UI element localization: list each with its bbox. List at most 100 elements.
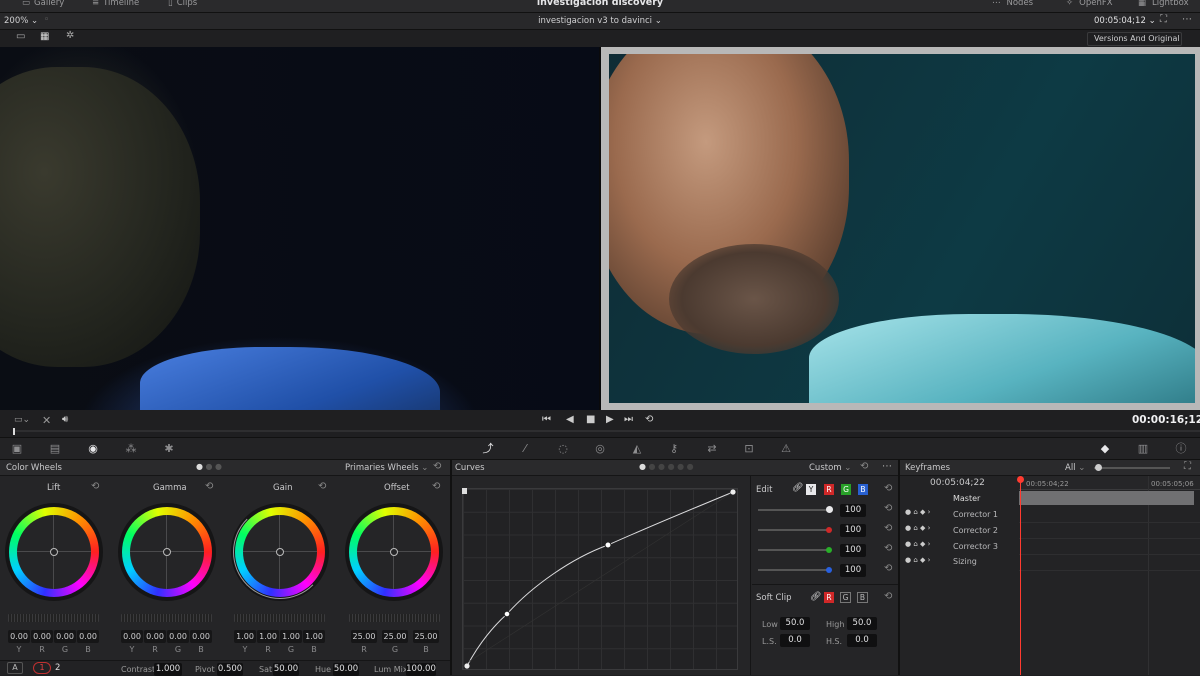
softclip-g-button[interactable]: G bbox=[840, 592, 851, 603]
offset-b-value[interactable]: 25.00 bbox=[413, 630, 439, 643]
r-channel-button[interactable]: R bbox=[824, 484, 834, 495]
gain-puck[interactable] bbox=[276, 548, 284, 556]
softclip-b-button[interactable]: B bbox=[857, 592, 868, 603]
offset-master-slider[interactable] bbox=[349, 614, 440, 622]
gamma-b-value[interactable]: 0.00 bbox=[190, 630, 212, 643]
go-last-button[interactable]: ⏭︎ bbox=[624, 414, 633, 425]
view-options-icon[interactable]: ▭⌄ bbox=[14, 415, 30, 425]
y-intensity-reset-icon[interactable]: ⟲ bbox=[884, 503, 892, 514]
color-match-icon[interactable]: ▤ bbox=[46, 440, 64, 458]
gain-r-value[interactable]: 1.00 bbox=[257, 630, 279, 643]
bypass-icon[interactable]: ✕ bbox=[42, 414, 51, 427]
sizing-icon[interactable]: ⇄ bbox=[703, 440, 721, 458]
curves-mode-dropdown[interactable]: Custom ⌄ bbox=[809, 463, 851, 473]
gain-wheel[interactable] bbox=[235, 507, 325, 597]
keyframes-filter-dropdown[interactable]: All ⌄ bbox=[1065, 463, 1085, 473]
keyframes-expand-icon[interactable]: ⛶ bbox=[1184, 461, 1191, 472]
playhead-marker[interactable] bbox=[1017, 476, 1024, 483]
b-intensity-value[interactable]: 100 bbox=[840, 564, 866, 577]
y-intensity-value[interactable]: 100 bbox=[840, 504, 866, 517]
lift-reset-icon[interactable]: ⟲ bbox=[91, 481, 99, 492]
offset-g-value[interactable]: 25.00 bbox=[382, 630, 408, 643]
gamma-puck[interactable] bbox=[163, 548, 171, 556]
magic-wand-icon[interactable]: ✲ bbox=[66, 30, 74, 41]
track-dot-icon[interactable]: ● ⌂ ◆ › bbox=[905, 524, 930, 532]
r-intensity-slider[interactable] bbox=[758, 529, 829, 531]
playhead[interactable] bbox=[1020, 479, 1021, 675]
reset-all-icon[interactable]: ⟲ bbox=[433, 461, 441, 472]
window-icon[interactable]: ◌ bbox=[554, 440, 572, 458]
go-first-button[interactable]: ⏮︎ bbox=[542, 414, 551, 425]
b-intensity-slider[interactable] bbox=[758, 569, 829, 571]
track-dot-icon[interactable]: ● ⌂ ◆ › bbox=[905, 540, 930, 548]
low-value[interactable]: 50.0 bbox=[780, 617, 810, 630]
curves-page-dots[interactable]: ● ● ● ● ● ● bbox=[639, 462, 694, 471]
key-icon[interactable]: ⚷ bbox=[665, 440, 683, 458]
scrubber-handle[interactable] bbox=[13, 428, 15, 435]
gain-b-value[interactable]: 1.00 bbox=[303, 630, 325, 643]
curves-reset-icon[interactable]: ⟲ bbox=[860, 461, 868, 472]
track-dot-icon[interactable]: ● ⌂ ◆ › bbox=[905, 508, 930, 516]
lightbox-tab[interactable]: ▦ Lightbox bbox=[1138, 0, 1189, 8]
y-channel-button[interactable]: Y bbox=[806, 484, 816, 495]
timeline-dropdown[interactable]: investigacion v3 to davinci ⌄ bbox=[0, 16, 1200, 26]
wheels-mode-dropdown[interactable]: Primaries Wheels ⌄ bbox=[345, 463, 428, 473]
openfx-tab[interactable]: ✧ OpenFX bbox=[1066, 0, 1113, 8]
curves-more-icon[interactable]: ⋯ bbox=[882, 461, 892, 472]
contrast-value[interactable]: 1.000 bbox=[154, 663, 182, 676]
curves-icon[interactable]: ⤴ bbox=[479, 440, 497, 458]
motion-effects-icon[interactable]: ✱ bbox=[160, 440, 178, 458]
offset-wheel[interactable] bbox=[349, 507, 439, 597]
lift-y-value[interactable]: 0.00 bbox=[8, 630, 30, 643]
high-value[interactable]: 50.0 bbox=[847, 617, 877, 630]
gain-g-value[interactable]: 1.00 bbox=[280, 630, 302, 643]
stop-button[interactable]: ■ bbox=[586, 414, 595, 425]
softclip-link-icon[interactable]: 🔗︎ bbox=[810, 592, 821, 602]
auto-balance-button[interactable]: A bbox=[7, 662, 23, 674]
y-intensity-handle[interactable] bbox=[826, 506, 833, 513]
gain-reset-icon[interactable]: ⟲ bbox=[318, 481, 326, 492]
hs-value[interactable]: 0.0 bbox=[847, 634, 877, 647]
g-intensity-reset-icon[interactable]: ⟲ bbox=[884, 543, 892, 554]
softclip-reset-icon[interactable]: ⟲ bbox=[884, 591, 892, 602]
page-2-button[interactable]: 2 bbox=[55, 663, 60, 673]
gain-y-value[interactable]: 1.00 bbox=[234, 630, 256, 643]
nodes-tab[interactable]: ⋯ Nodes bbox=[992, 0, 1033, 8]
link-icon[interactable]: 🔗︎ bbox=[792, 483, 803, 493]
keyframes-zoom-handle[interactable] bbox=[1095, 464, 1102, 471]
lift-g-value[interactable]: 0.00 bbox=[54, 630, 76, 643]
curve-line[interactable] bbox=[462, 488, 738, 670]
lift-b-value[interactable]: 0.00 bbox=[77, 630, 99, 643]
loop-icon[interactable]: ⟲ bbox=[645, 414, 653, 425]
g-channel-button[interactable]: G bbox=[841, 484, 851, 495]
g-intensity-slider[interactable] bbox=[758, 549, 829, 551]
lift-puck[interactable] bbox=[50, 548, 58, 556]
camera-raw-icon[interactable]: ▣ bbox=[8, 440, 26, 458]
gamma-wheel[interactable] bbox=[122, 507, 212, 597]
scopes-icon[interactable]: ▥ bbox=[1134, 440, 1152, 458]
audio-icon[interactable]: 🔊︎ bbox=[62, 414, 68, 425]
r-intensity-handle[interactable] bbox=[826, 527, 832, 533]
info-icon[interactable]: ⓘ bbox=[1172, 440, 1190, 458]
stereo-icon[interactable]: ⊡ bbox=[740, 440, 758, 458]
magic-mask-icon[interactable]: ⚠ bbox=[777, 440, 795, 458]
sat-value[interactable]: 50.00 bbox=[273, 663, 299, 676]
offset-reset-icon[interactable]: ⟲ bbox=[432, 481, 440, 492]
track-dot-icon[interactable]: ● ⌂ ◆ › bbox=[905, 556, 930, 564]
offset-puck[interactable] bbox=[390, 548, 398, 556]
fullscreen-icon[interactable]: ⛶ bbox=[1160, 14, 1167, 25]
b-intensity-reset-icon[interactable]: ⟲ bbox=[884, 563, 892, 574]
ls-value[interactable]: 0.0 bbox=[780, 634, 810, 647]
r-intensity-value[interactable]: 100 bbox=[840, 524, 866, 537]
view-mode-dropdown[interactable]: Versions And Original ⌄ bbox=[1087, 32, 1182, 55]
split-view-icon[interactable]: ▦ bbox=[40, 31, 49, 42]
gamma-g-value[interactable]: 0.00 bbox=[167, 630, 189, 643]
page-dots[interactable]: ● ● ● bbox=[196, 462, 222, 471]
play-reverse-button[interactable]: ◀ bbox=[566, 414, 574, 425]
play-button[interactable]: ▶ bbox=[606, 414, 614, 425]
gamma-reset-icon[interactable]: ⟲ bbox=[205, 481, 213, 492]
y-intensity-slider[interactable] bbox=[758, 509, 829, 511]
g-intensity-handle[interactable] bbox=[826, 547, 832, 553]
gain-master-slider[interactable] bbox=[234, 614, 325, 622]
page-1-button[interactable]: 1 bbox=[33, 662, 51, 674]
